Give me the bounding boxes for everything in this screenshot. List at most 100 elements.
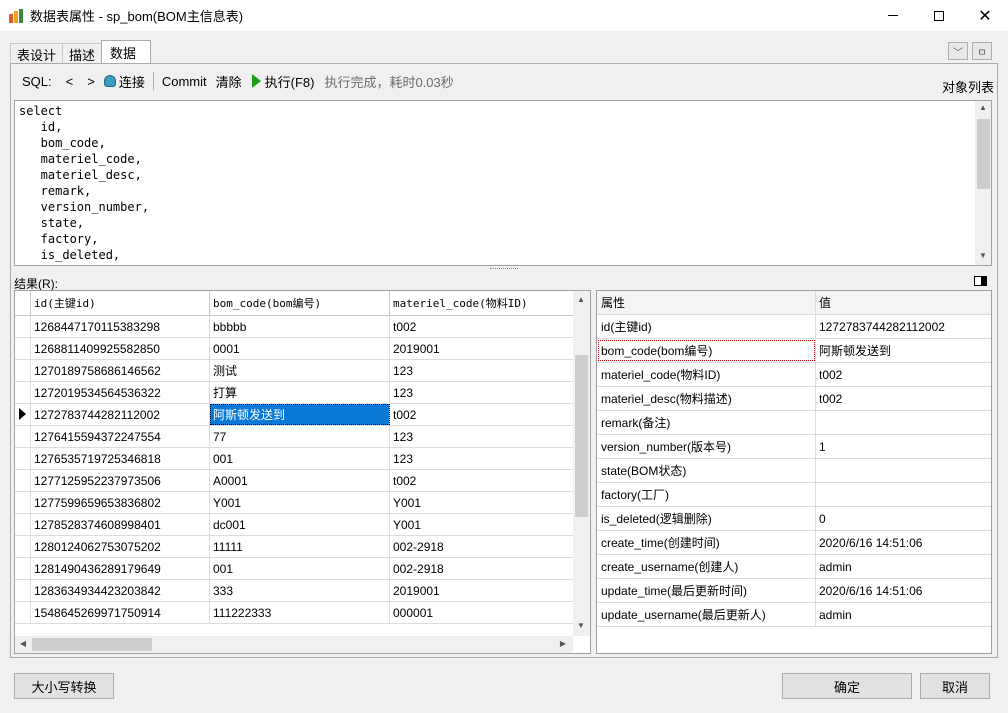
scroll-thumb[interactable]: [977, 119, 990, 189]
table-cell[interactable]: 000001: [390, 602, 575, 623]
table-cell[interactable]: 1277599659653836802: [31, 492, 210, 513]
grid-vertical-scrollbar[interactable]: ▲ ▼: [573, 291, 590, 636]
property-value[interactable]: admin: [816, 603, 991, 626]
table-cell[interactable]: 001: [210, 448, 390, 469]
property-value[interactable]: 1272783744282112002: [816, 315, 991, 338]
prev-button[interactable]: <: [66, 74, 74, 89]
table-cell[interactable]: 1548645269971750914: [31, 602, 210, 623]
property-row[interactable]: state(BOM状态): [597, 459, 991, 483]
pin-icon[interactable]: ㅁ: [972, 42, 992, 60]
table-cell[interactable]: Y001: [390, 492, 575, 513]
property-row[interactable]: update_time(最后更新时间) 2020/6/16 14:51:06: [597, 579, 991, 603]
table-cell[interactable]: t002: [390, 316, 575, 337]
property-value[interactable]: [816, 459, 991, 482]
maximize-button[interactable]: [916, 0, 962, 31]
property-value[interactable]: 2020/6/16 14:51:06: [816, 531, 991, 554]
column-header[interactable]: materiel_code(物料ID): [390, 291, 575, 315]
property-value[interactable]: admin: [816, 555, 991, 578]
property-row[interactable]: materiel_desc(物料描述) t002: [597, 387, 991, 411]
table-cell[interactable]: 1283634934423203842: [31, 580, 210, 601]
scroll-left-icon[interactable]: ◀: [15, 639, 31, 648]
table-cell[interactable]: 123: [390, 426, 575, 447]
property-value[interactable]: 0: [816, 507, 991, 530]
table-cell[interactable]: 1278528374608998401: [31, 514, 210, 535]
column-header[interactable]: bom_code(bom编号): [210, 291, 390, 315]
table-row[interactable]: 1270189758686146562 测试 123: [15, 360, 575, 382]
table-cell[interactable]: dc001: [210, 514, 390, 535]
panel-toggle-icon[interactable]: [974, 276, 987, 286]
grid-horizontal-scrollbar[interactable]: ◀ ▶: [15, 636, 573, 653]
scroll-down-icon[interactable]: ▼: [573, 621, 589, 630]
property-value[interactable]: 2020/6/16 14:51:06: [816, 579, 991, 602]
scroll-right-icon[interactable]: ▶: [555, 639, 571, 648]
property-row[interactable]: materiel_code(物料ID) t002: [597, 363, 991, 387]
property-value[interactable]: t002: [816, 387, 991, 410]
property-value[interactable]: 1: [816, 435, 991, 458]
table-cell[interactable]: 77: [210, 426, 390, 447]
table-cell[interactable]: 002-2918: [390, 536, 575, 557]
connect-button[interactable]: 连接: [103, 72, 145, 91]
table-cell[interactable]: 333: [210, 580, 390, 601]
table-cell[interactable]: 1281490436289179649: [31, 558, 210, 579]
table-cell[interactable]: 111222333: [210, 602, 390, 623]
execute-button[interactable]: 执行(F8): [251, 72, 314, 91]
table-row[interactable]: 1272019534564536322 打算 123: [15, 382, 575, 404]
property-value[interactable]: [816, 483, 991, 506]
property-row[interactable]: version_number(版本号) 1: [597, 435, 991, 459]
scroll-up-icon[interactable]: ▲: [573, 295, 589, 304]
table-cell[interactable]: 测试: [210, 360, 390, 381]
table-cell[interactable]: 2019001: [390, 338, 575, 359]
table-cell[interactable]: 1276535719725346818: [31, 448, 210, 469]
table-row[interactable]: 1276415594372247554 77 123: [15, 426, 575, 448]
property-row[interactable]: bom_code(bom编号) 阿斯顿发送到: [597, 339, 991, 363]
table-row[interactable]: 1277125952237973506 A0001 t002: [15, 470, 575, 492]
table-cell[interactable]: 0001: [210, 338, 390, 359]
table-cell[interactable]: 002-2918: [390, 558, 575, 579]
sql-editor[interactable]: select id, bom_code, materiel_code, mate…: [14, 100, 992, 266]
table-cell[interactable]: 11111: [210, 536, 390, 557]
table-cell[interactable]: 打算: [210, 382, 390, 403]
commit-button[interactable]: Commit: [162, 74, 207, 89]
table-row[interactable]: 1268811409925582850 0001 2019001: [15, 338, 575, 360]
table-row[interactable]: 1283634934423203842 333 2019001: [15, 580, 575, 602]
table-cell[interactable]: 1270189758686146562: [31, 360, 210, 381]
table-cell[interactable]: A0001: [210, 470, 390, 491]
table-row[interactable]: 1278528374608998401 dc001 Y001: [15, 514, 575, 536]
sql-text[interactable]: select id, bom_code, materiel_code, mate…: [19, 103, 149, 263]
table-row[interactable]: 1276535719725346818 001 123: [15, 448, 575, 470]
property-row[interactable]: factory(工厂): [597, 483, 991, 507]
property-grid[interactable]: 属性 值 id(主键id) 1272783744282112002 bom_cod…: [596, 290, 992, 654]
table-cell[interactable]: 1268811409925582850: [31, 338, 210, 359]
property-row[interactable]: is_deleted(逻辑删除) 0: [597, 507, 991, 531]
table-cell[interactable]: 001: [210, 558, 390, 579]
table-cell[interactable]: 1272019534564536322: [31, 382, 210, 403]
property-row[interactable]: update_username(最后更新人) admin: [597, 603, 991, 627]
property-row[interactable]: id(主键id) 1272783744282112002: [597, 315, 991, 339]
table-cell[interactable]: 2019001: [390, 580, 575, 601]
property-row[interactable]: create_time(创建时间) 2020/6/16 14:51:06: [597, 531, 991, 555]
table-row[interactable]: 1281490436289179649 001 002-2918: [15, 558, 575, 580]
table-cell[interactable]: 1268447170115383298: [31, 316, 210, 337]
table-row[interactable]: 1548645269971750914 111222333 000001: [15, 602, 575, 624]
sql-scrollbar[interactable]: ▲ ▼: [975, 101, 991, 265]
table-cell[interactable]: Y001: [390, 514, 575, 535]
property-row[interactable]: remark(备注): [597, 411, 991, 435]
table-row[interactable]: 1280124062753075202 11111 002-2918: [15, 536, 575, 558]
property-value[interactable]: t002: [816, 363, 991, 386]
scroll-thumb[interactable]: [32, 638, 152, 651]
tab-description[interactable]: 描述: [62, 43, 103, 64]
table-row-current[interactable]: 1272783744282112002 阿斯顿发送到 t002: [15, 404, 575, 426]
table-cell[interactable]: 1280124062753075202: [31, 536, 210, 557]
result-grid[interactable]: id(主键id) bom_code(bom编号) materiel_code(物…: [14, 290, 591, 654]
selected-cell[interactable]: 阿斯顿发送到: [210, 404, 390, 425]
dropdown-icon[interactable]: ﹀: [948, 42, 968, 60]
column-header[interactable]: id(主键id): [31, 291, 210, 315]
table-cell[interactable]: t002: [390, 470, 575, 491]
table-cell[interactable]: 1277125952237973506: [31, 470, 210, 491]
table-cell[interactable]: 1272783744282112002: [31, 404, 210, 425]
property-value[interactable]: 阿斯顿发送到: [816, 339, 991, 362]
close-button[interactable]: ✕: [962, 0, 1008, 31]
table-cell[interactable]: 1276415594372247554: [31, 426, 210, 447]
tab-data[interactable]: 数据: [101, 40, 152, 64]
splitter-handle[interactable]: [490, 268, 518, 270]
